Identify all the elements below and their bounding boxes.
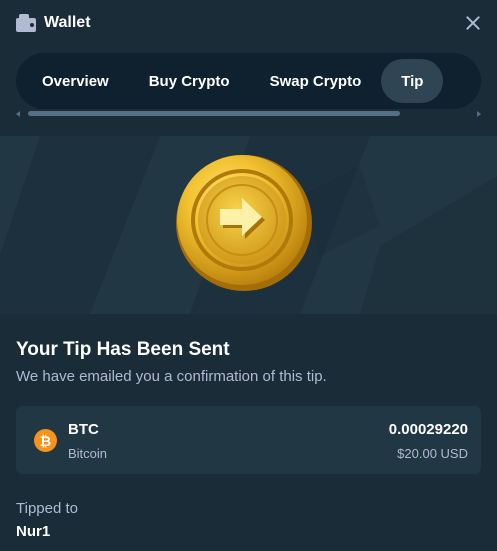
coin-arrow-icon [176, 155, 312, 291]
tab-swap-crypto[interactable]: Swap Crypto [250, 59, 382, 103]
wallet-header: Wallet [0, 0, 497, 46]
close-icon[interactable] [463, 13, 483, 33]
currency-name: Bitcoin [68, 446, 108, 461]
scroll-right-arrow-icon[interactable] [477, 111, 481, 117]
currency-symbol: BTC [68, 421, 99, 438]
tipped-to-label: Tipped to [16, 500, 78, 517]
wallet-tabs: Overview Buy Crypto Swap Crypto Tip [16, 53, 481, 109]
scrollbar-thumb[interactable] [28, 111, 400, 116]
confirmation-message: We have emailed you a confirmation of th… [16, 368, 327, 385]
tabs-scrollbar[interactable] [16, 110, 481, 118]
tip-sent-headline: Your Tip Has Been Sent [16, 339, 230, 360]
bitcoin-icon: ₿ [34, 429, 57, 452]
tab-overview[interactable]: Overview [22, 59, 129, 103]
modal-title: Wallet [44, 14, 91, 31]
tab-buy-crypto[interactable]: Buy Crypto [129, 59, 250, 103]
scroll-left-arrow-icon[interactable] [16, 111, 20, 117]
fiat-amount: $20.00 USD [397, 446, 468, 461]
wallet-icon [16, 14, 36, 32]
transaction-card: ₿ BTC Bitcoin 0.00029220 $20.00 USD [16, 406, 481, 474]
tab-tip[interactable]: Tip [381, 59, 444, 103]
recipient-username: Nur1 [16, 523, 51, 540]
crypto-amount: 0.00029220 [388, 421, 468, 438]
